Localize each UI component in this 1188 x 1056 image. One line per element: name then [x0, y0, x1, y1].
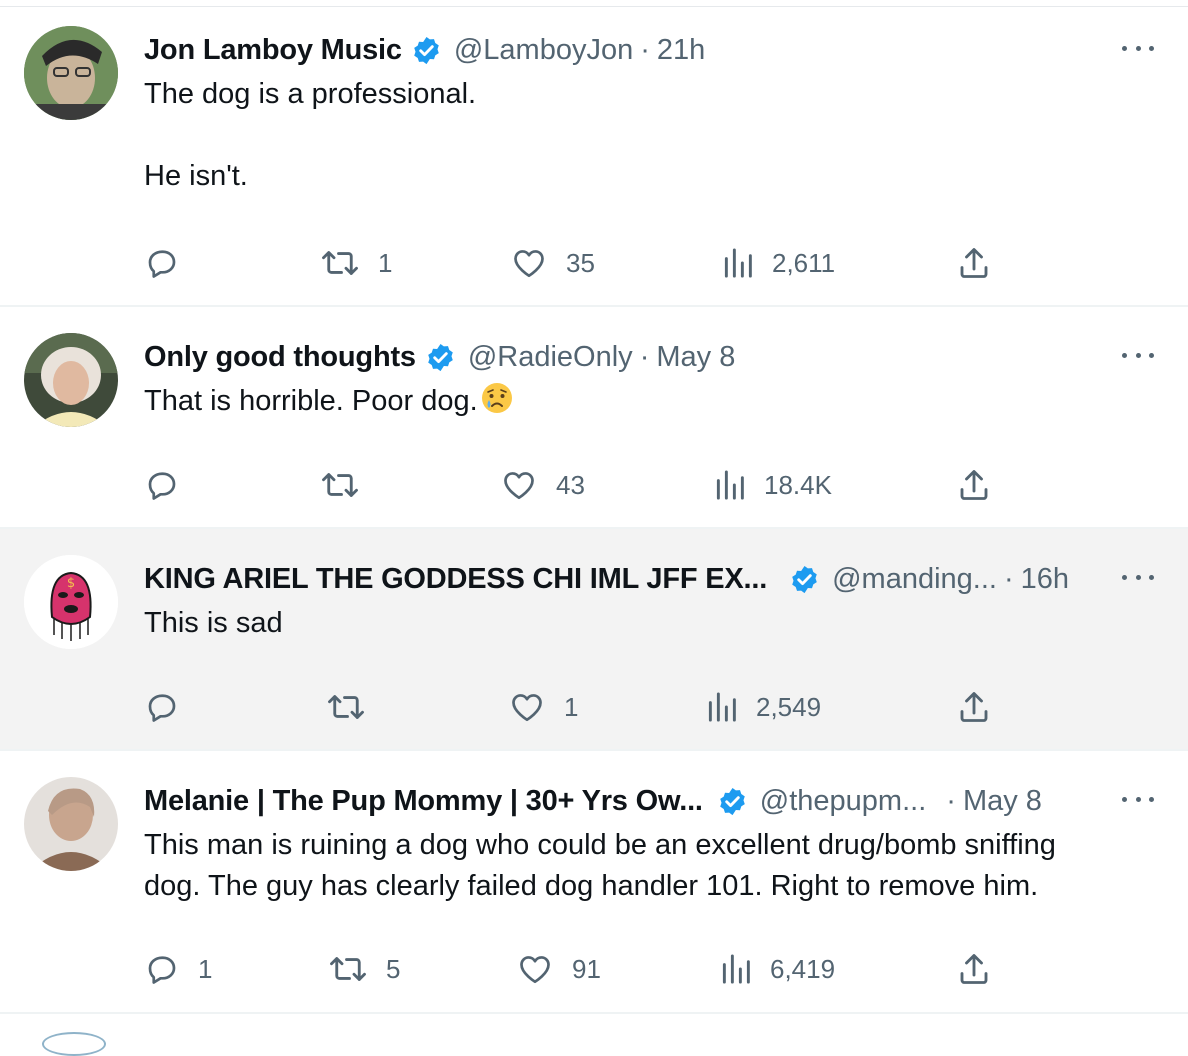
heart-icon [520, 956, 550, 984]
svg-text:$: $ [67, 576, 75, 591]
tweet-text: This is sad [144, 607, 283, 639]
separator-dot: · [640, 33, 650, 66]
user-handle[interactable]: @RadieOnly [468, 341, 633, 374]
retweet-count: 5 [386, 953, 401, 984]
share-icon [960, 692, 988, 722]
tweet-header: KING ARIEL THE GODDESS CHI IML JFF EX...… [144, 555, 1069, 603]
share-button[interactable] [956, 685, 992, 729]
share-button[interactable] [956, 947, 992, 991]
reply-icon [148, 956, 176, 984]
views-button[interactable]: 2,611 [722, 241, 835, 285]
views-icon [724, 248, 752, 278]
share-button[interactable] [956, 241, 992, 285]
share-button[interactable] [956, 463, 992, 507]
share-icon [960, 248, 988, 278]
tweet-1[interactable]: Jon Lamboy Music @LamboyJon · 21h The do… [0, 0, 1188, 307]
action-bar: 1 35 2,611 [0, 241, 1188, 285]
like-count: 43 [556, 469, 585, 500]
views-count: 18.4K [764, 469, 832, 500]
views-icon [708, 692, 736, 722]
like-button[interactable]: 35 [510, 241, 595, 285]
retweet-button[interactable]: 1 [320, 241, 392, 285]
share-icon [960, 470, 988, 500]
like-button[interactable]: 1 [508, 685, 578, 729]
views-button[interactable]: 6,419 [720, 947, 835, 991]
tweet-text-content: That is horrible. Poor dog. [144, 385, 478, 417]
separator-dot: · [639, 340, 650, 373]
tweet-header: Jon Lamboy Music @LamboyJon · 21h [144, 26, 705, 74]
user-handle[interactable]: @thepupm... [760, 785, 926, 818]
avatar[interactable] [24, 26, 118, 120]
next-tweet-avatar[interactable] [42, 1032, 106, 1056]
like-button[interactable]: 91 [516, 947, 601, 991]
like-count: 91 [572, 953, 601, 984]
retweet-button[interactable] [326, 685, 384, 729]
retweet-button[interactable] [320, 463, 378, 507]
tweet-4[interactable]: Melanie | The Pup Mommy | 30+ Yrs Ow... … [0, 751, 1188, 1014]
verified-badge-icon [411, 35, 442, 66]
display-name[interactable]: Only good thoughts [144, 341, 416, 374]
like-count: 1 [564, 691, 579, 722]
tweet-2[interactable]: Only good thoughts @RadieOnly · May 8 Th… [0, 307, 1188, 529]
display-name[interactable]: Melanie | The Pup Mommy | 30+ Yrs Ow... [144, 785, 703, 818]
timestamp[interactable]: May 8 [656, 341, 735, 374]
share-icon [960, 954, 988, 984]
retweet-icon [328, 695, 364, 719]
views-button[interactable]: 18.4K [714, 463, 832, 507]
reply-button[interactable] [144, 463, 198, 507]
like-button[interactable]: 43 [500, 463, 585, 507]
views-button[interactable]: 2,549 [706, 685, 821, 729]
like-count: 35 [566, 247, 595, 278]
tweet-3[interactable]: $ KING ARIEL THE GODDESS CHI IML JFF EX.… [0, 529, 1188, 751]
timestamp[interactable]: May 8 [963, 785, 1042, 818]
separator-dot: · [1003, 562, 1014, 595]
timestamp[interactable]: 21h [657, 34, 705, 67]
more-icon[interactable] [1122, 341, 1154, 369]
reply-count: 1 [198, 953, 213, 984]
verified-badge-icon [425, 342, 456, 373]
tweet-text: That is horrible. Poor dog. [144, 381, 1144, 422]
retweet-icon [322, 473, 358, 497]
timestamp[interactable]: 16h [1021, 563, 1069, 596]
crying-face-emoji-icon [480, 381, 514, 415]
views-count: 6,419 [770, 953, 836, 984]
reply-icon [148, 694, 176, 722]
user-handle[interactable]: @manding... [832, 563, 997, 596]
retweet-icon [322, 251, 358, 275]
retweet-icon [330, 957, 366, 981]
views-count: 2,611 [772, 247, 836, 278]
heart-icon [504, 472, 534, 500]
tweet-header: Melanie | The Pup Mommy | 30+ Yrs Ow... … [144, 777, 1042, 825]
user-handle[interactable]: @LamboyJon [454, 34, 633, 67]
action-bar: 1 2,549 [0, 685, 1188, 729]
separator-dot: · [946, 784, 956, 817]
verified-badge-icon [717, 786, 748, 817]
heart-icon [514, 250, 544, 278]
more-icon[interactable] [1122, 34, 1154, 62]
views-icon [722, 954, 750, 984]
tweet-text: The dog is a professional. He isn't. [144, 78, 477, 192]
action-bar: 43 18.4K [0, 463, 1188, 507]
views-count: 2,549 [756, 691, 822, 722]
avatar[interactable]: $ [24, 555, 118, 649]
retweet-count: 1 [378, 247, 393, 278]
verified-badge-icon [789, 564, 820, 595]
avatar[interactable] [24, 777, 118, 871]
tweet-text: This man is ruining a dog who could be a… [144, 829, 1056, 902]
retweet-button[interactable]: 5 [328, 947, 400, 991]
heart-icon [512, 694, 542, 722]
views-icon [716, 470, 744, 500]
reply-button[interactable]: 1 [144, 947, 212, 991]
reply-icon [148, 472, 176, 500]
display-name[interactable]: KING ARIEL THE GODDESS CHI IML JFF EX... [144, 563, 767, 596]
reply-icon [148, 250, 176, 278]
reply-button[interactable] [144, 241, 198, 285]
avatar[interactable] [24, 333, 118, 427]
more-icon[interactable] [1122, 563, 1154, 591]
tweet-header: Only good thoughts @RadieOnly · May 8 [144, 333, 735, 381]
reply-button[interactable] [144, 685, 198, 729]
more-icon[interactable] [1122, 785, 1154, 813]
display-name[interactable]: Jon Lamboy Music [144, 34, 402, 67]
action-bar: 1 5 91 6,419 [0, 947, 1188, 991]
